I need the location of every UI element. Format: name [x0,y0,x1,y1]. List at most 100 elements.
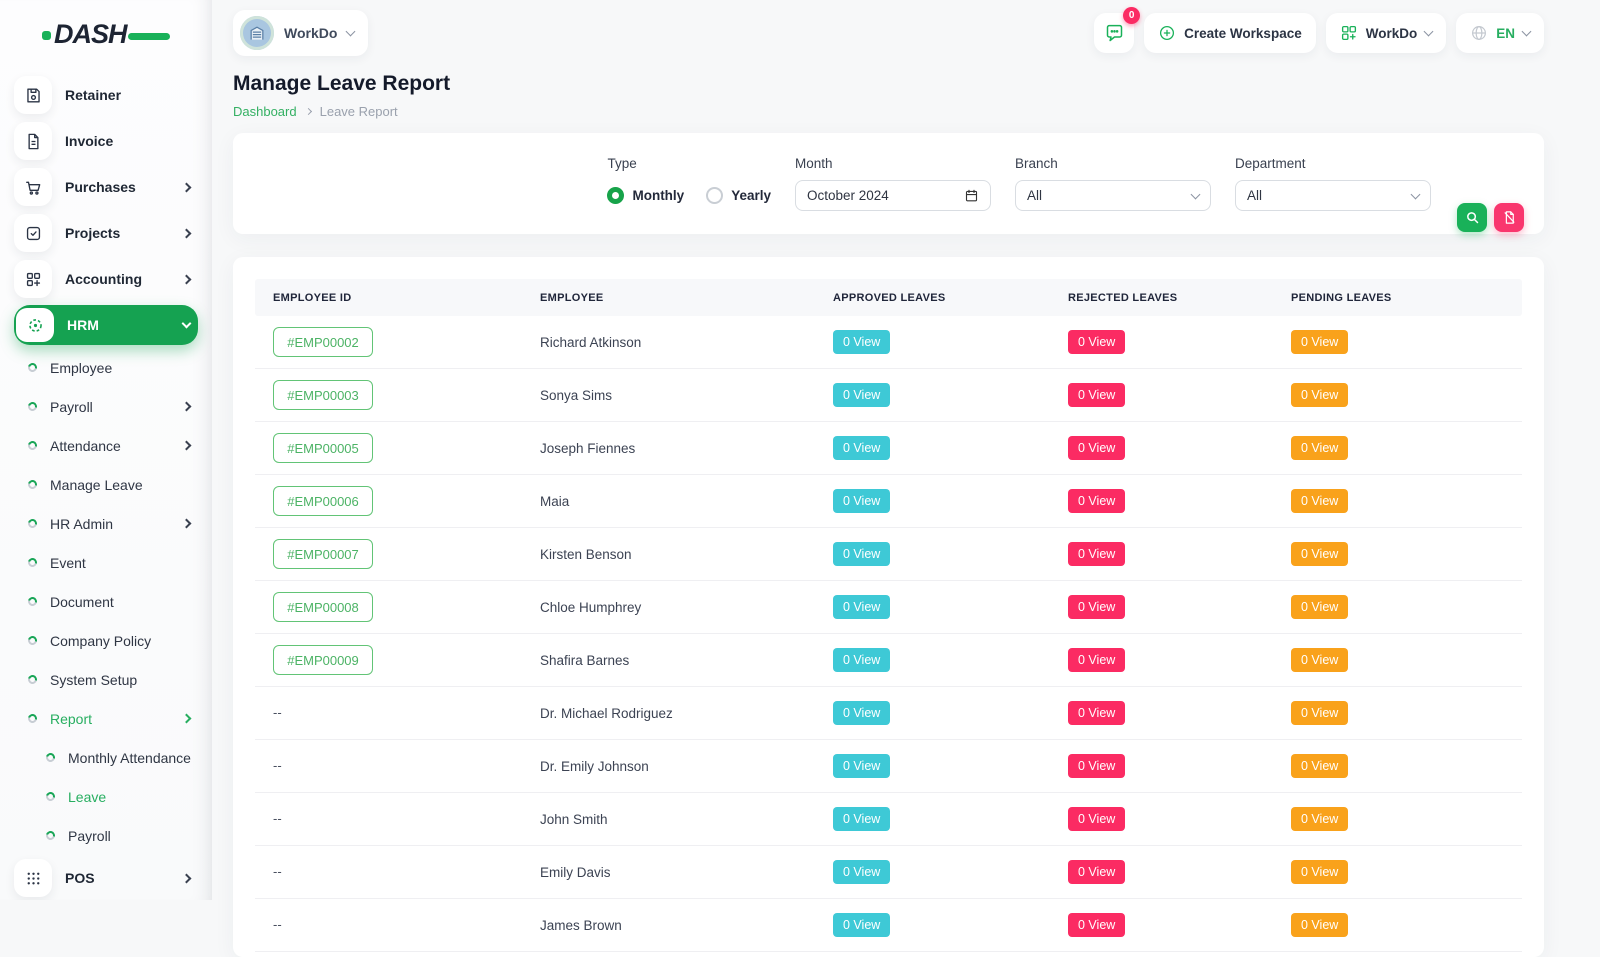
sidebar-item-payroll[interactable]: Payroll [14,387,198,426]
approved-leaves-cell: 0 View [833,860,1068,884]
sidebar-item-purchases[interactable]: Purchases [14,164,198,210]
reset-button[interactable] [1494,203,1524,232]
bullet-icon [26,673,38,685]
messages-button[interactable]: 0 [1094,13,1134,53]
sidebar-item-event[interactable]: Event [14,543,198,582]
rejected-view-badge[interactable]: 0 View [1068,489,1125,513]
sidebar-item-accounting[interactable]: Accounting [14,256,198,302]
rejected-view-badge[interactable]: 0 View [1068,807,1125,831]
bullet-icon [26,712,38,724]
sidebar-item-document[interactable]: Document [14,582,198,621]
create-workspace-button[interactable]: Create Workspace [1144,13,1316,53]
pending-view-badge[interactable]: 0 View [1291,754,1348,778]
sidebar-item-attendance[interactable]: Attendance [14,426,198,465]
rejected-view-badge[interactable]: 0 View [1068,383,1125,407]
radio-monthly[interactable]: Monthly [607,187,684,204]
rejected-leaves-cell: 0 View [1068,754,1291,778]
approved-view-badge[interactable]: 0 View [833,913,890,937]
chevron-right-icon [182,441,192,451]
rejected-view-badge[interactable]: 0 View [1068,542,1125,566]
pending-leaves-cell: 0 View [1291,701,1504,725]
approved-view-badge[interactable]: 0 View [833,383,890,407]
employee-id-cell: -- [273,916,540,934]
cart-icon [24,178,43,197]
sidebar-item-report[interactable]: Report [14,699,198,738]
employee-name: Joseph Fiennes [540,441,833,456]
approved-leaves-cell: 0 View [833,383,1068,407]
approved-view-badge[interactable]: 0 View [833,542,890,566]
approved-view-badge[interactable]: 0 View [833,595,890,619]
breadcrumb-dashboard-link[interactable]: Dashboard [233,104,297,119]
sidebar-item-projects[interactable]: Projects [14,210,198,256]
pending-view-badge[interactable]: 0 View [1291,807,1348,831]
table-header-row: EMPLOYEE ID EMPLOYEE APPROVED LEAVES REJ… [255,279,1522,316]
employee-id-chip[interactable]: #EMP00002 [273,327,373,357]
language-code: EN [1496,26,1515,41]
workspace-switcher[interactable]: WorkDo [233,10,368,56]
approved-view-badge[interactable]: 0 View [833,330,890,354]
rejected-view-badge[interactable]: 0 View [1068,648,1125,672]
chevron-right-icon [182,873,192,883]
sidebar-item-monthly-attendance[interactable]: Monthly Attendance [14,738,198,777]
rejected-view-badge[interactable]: 0 View [1068,595,1125,619]
approved-view-badge[interactable]: 0 View [833,754,890,778]
pending-view-badge[interactable]: 0 View [1291,648,1348,672]
app-switcher-button[interactable]: WorkDo [1326,13,1447,53]
sidebar-item-icon [14,76,52,114]
department-select[interactable]: All [1235,180,1431,211]
employee-id-chip[interactable]: #EMP00008 [273,592,373,622]
sidebar-item-company-policy[interactable]: Company Policy [14,621,198,660]
approved-view-badge[interactable]: 0 View [833,860,890,884]
branch-filter-group: Branch All [1015,156,1211,211]
table-row: #EMP00009 Shafira Barnes 0 View 0 View 0… [255,634,1522,687]
approved-view-badge[interactable]: 0 View [833,436,890,460]
pending-view-badge[interactable]: 0 View [1291,595,1348,619]
pending-view-badge[interactable]: 0 View [1291,701,1348,725]
sidebar-item-pos[interactable]: POS [14,855,198,900]
approved-view-badge[interactable]: 0 View [833,701,890,725]
radio-yearly[interactable]: Yearly [706,187,771,204]
sidebar-item-payroll[interactable]: Payroll [14,816,198,855]
sidebar-nav: Retainer Invoice Purchases Projects [14,72,198,900]
pending-view-badge[interactable]: 0 View [1291,489,1348,513]
rejected-view-badge[interactable]: 0 View [1068,436,1125,460]
employee-id-chip[interactable]: #EMP00007 [273,539,373,569]
sidebar-item-retainer[interactable]: Retainer [14,72,198,118]
sidebar-item-icon [14,122,52,160]
pending-view-badge[interactable]: 0 View [1291,330,1348,354]
language-selector[interactable]: EN [1456,13,1544,53]
rejected-view-badge[interactable]: 0 View [1068,701,1125,725]
rejected-view-badge[interactable]: 0 View [1068,330,1125,354]
month-input[interactable]: October 2024 [795,180,991,211]
rejected-view-badge[interactable]: 0 View [1068,913,1125,937]
sidebar-item-hrm[interactable]: HRM [14,305,198,345]
pending-view-badge[interactable]: 0 View [1291,860,1348,884]
type-radio-group: Monthly Yearly [607,180,771,211]
approved-view-badge[interactable]: 0 View [833,489,890,513]
sidebar-item-invoice[interactable]: Invoice [14,118,198,164]
pending-view-badge[interactable]: 0 View [1291,542,1348,566]
employee-id-chip[interactable]: #EMP00003 [273,380,373,410]
pending-view-badge[interactable]: 0 View [1291,383,1348,407]
branch-select[interactable]: All [1015,180,1211,211]
sidebar-item-label: Payroll [50,399,93,415]
pending-view-badge[interactable]: 0 View [1291,913,1348,937]
sidebar-item-employee[interactable]: Employee [14,348,198,387]
rejected-leaves-cell: 0 View [1068,860,1291,884]
rejected-view-badge[interactable]: 0 View [1068,860,1125,884]
employee-id-chip[interactable]: #EMP00009 [273,645,373,675]
approved-view-badge[interactable]: 0 View [833,807,890,831]
pending-view-badge[interactable]: 0 View [1291,436,1348,460]
sidebar-item-hr-admin[interactable]: HR Admin [14,504,198,543]
employee-id-chip[interactable]: #EMP00006 [273,486,373,516]
sidebar-item-system-setup[interactable]: System Setup [14,660,198,699]
app-logo[interactable]: DASH [42,14,198,54]
rejected-view-badge[interactable]: 0 View [1068,754,1125,778]
sidebar-item-manage-leave[interactable]: Manage Leave [14,465,198,504]
employee-id-chip[interactable]: #EMP00005 [273,433,373,463]
sidebar-item-label: Projects [65,225,120,241]
search-button[interactable] [1457,203,1487,232]
sidebar-item-leave[interactable]: Leave [14,777,198,816]
approved-view-badge[interactable]: 0 View [833,648,890,672]
pending-leaves-cell: 0 View [1291,436,1504,460]
